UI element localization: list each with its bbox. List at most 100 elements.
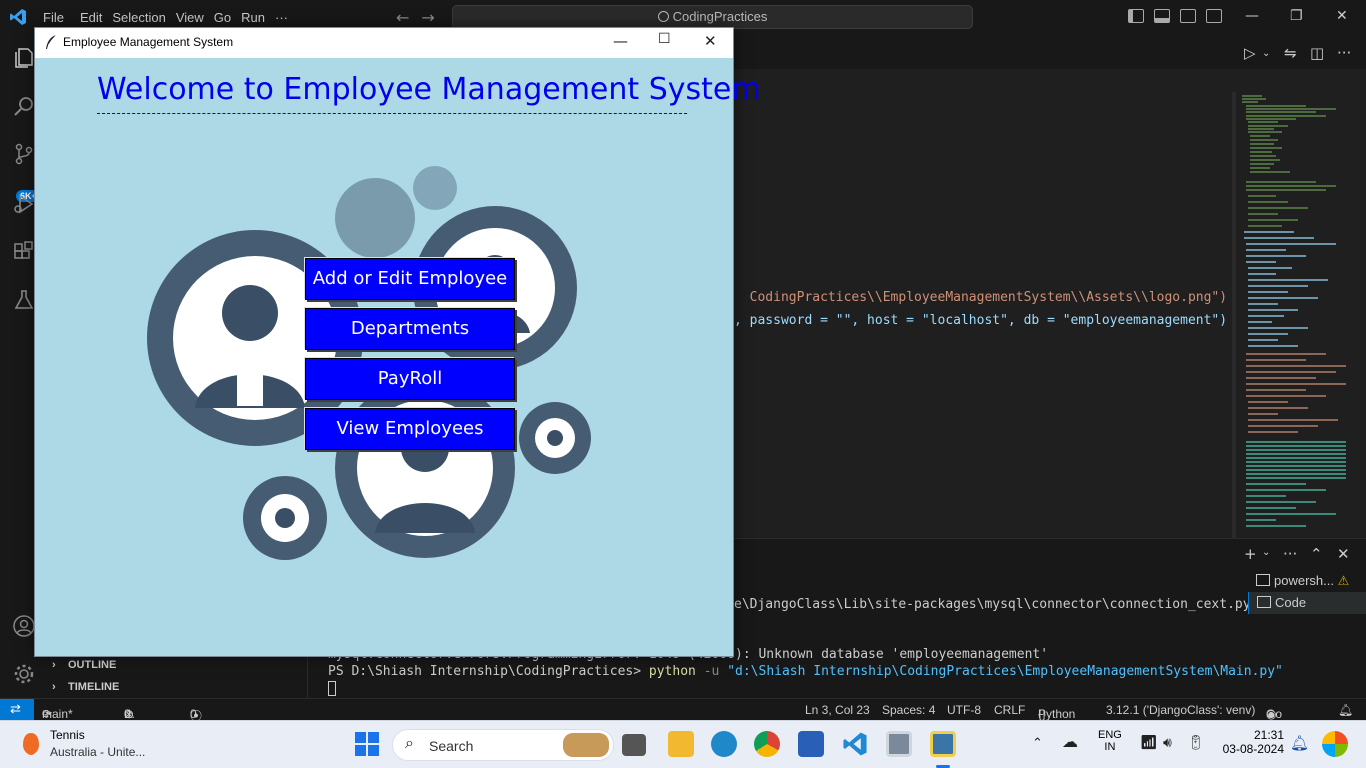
explorer-icon[interactable]: [12, 46, 36, 70]
menu-view[interactable]: View: [175, 10, 213, 25]
terminal-icon: [1256, 574, 1270, 586]
windows-taskbar: Tennis Australia - Unite... ⌕ Search ⌃ ☁…: [0, 720, 1366, 768]
task-view-icon[interactable]: [622, 734, 646, 756]
show-hidden-icons-icon[interactable]: ⌃: [1032, 735, 1043, 751]
minimap[interactable]: [1238, 92, 1356, 534]
editor-scrollbar[interactable]: [1232, 92, 1236, 538]
minimize-icon[interactable]: —: [1245, 8, 1259, 24]
chrome-icon[interactable]: [754, 731, 780, 757]
vscode-logo-icon: [10, 9, 26, 25]
menu-go[interactable]: Go: [213, 10, 240, 25]
lang-line1: ENG: [1098, 729, 1122, 741]
windows-start-icon[interactable]: [354, 731, 380, 757]
testing-icon[interactable]: [12, 288, 36, 312]
notifications-bell-icon[interactable]: 🔔︎: [1338, 703, 1353, 717]
maximize-panel-icon[interactable]: ⌃: [1310, 545, 1323, 563]
clock-date: 03-08-2024: [1222, 742, 1284, 756]
indentation[interactable]: Spaces: 4: [882, 703, 935, 717]
search-icon[interactable]: [12, 94, 36, 118]
microsoft-store-icon[interactable]: [798, 731, 824, 757]
window-title: Employee Management System: [63, 35, 234, 49]
menu-file[interactable]: File: [42, 10, 73, 25]
terminal-tab-powershell[interactable]: powersh... ⚠: [1248, 570, 1366, 592]
edge-icon[interactable]: [711, 731, 737, 757]
more-actions-icon[interactable]: ···: [1337, 44, 1351, 62]
terminal-cursor: [328, 681, 336, 696]
terminal-flag: -u: [695, 664, 728, 679]
toggle-primary-sidebar-icon[interactable]: [1128, 9, 1144, 23]
terminal-prompt: PS D:\Shiash Internship\CodingPractices>: [328, 664, 649, 679]
account-icon[interactable]: [12, 614, 36, 638]
add-edit-employee-button[interactable]: Add or Edit Employee: [305, 258, 515, 300]
file-explorer-icon[interactable]: [668, 731, 694, 757]
python-idle-icon[interactable]: [886, 731, 912, 757]
layout-controls: [1128, 9, 1222, 23]
weather-title[interactable]: Tennis: [50, 728, 85, 742]
outline-section[interactable]: › OUTLINE: [52, 659, 116, 671]
extensions-icon[interactable]: [12, 240, 36, 264]
departments-button[interactable]: Departments: [305, 308, 515, 350]
run-python-file-icon[interactable]: ▷: [1244, 44, 1256, 62]
notification-bell-icon[interactable]: 🔔︎: [1290, 734, 1309, 752]
weather-subtitle[interactable]: Australia - Unite...: [50, 745, 145, 759]
toggle-panel-icon[interactable]: [1154, 9, 1170, 23]
code-line-db-connect[interactable]: , password = "", host = "localhost", db …: [734, 313, 1227, 328]
chevron-right-icon: ›: [52, 681, 56, 693]
restore-icon[interactable]: ❐: [1290, 8, 1303, 24]
timeline-label: TIMELINE: [68, 681, 120, 693]
run-debug-icon[interactable]: [12, 192, 36, 216]
back-arrow-icon[interactable]: ←: [396, 8, 421, 27]
terminal-tab-code[interactable]: Code: [1248, 592, 1366, 614]
terminal-dropdown-icon[interactable]: ⌄: [1262, 547, 1270, 558]
run-dropdown-icon[interactable]: ⌄: [1262, 48, 1270, 59]
tkinter-app-icon[interactable]: [930, 731, 956, 757]
language-indicator[interactable]: ENG IN: [1098, 729, 1122, 753]
window-maximize-icon[interactable]: ☐: [658, 31, 671, 47]
customize-layout-icon[interactable]: [1206, 9, 1222, 23]
search-highlight-image: [563, 733, 609, 757]
encoding[interactable]: UTF-8: [947, 703, 981, 717]
menu-selection[interactable]: Selection: [111, 10, 174, 25]
open-changes-icon[interactable]: ⇋: [1284, 44, 1297, 62]
taskbar-search-label: Search: [429, 738, 474, 754]
menu-run[interactable]: Run: [240, 10, 274, 25]
menu-edit[interactable]: Edit: [79, 10, 111, 25]
window-minimize-icon[interactable]: —: [613, 32, 628, 50]
new-terminal-icon[interactable]: +: [1244, 545, 1257, 563]
split-editor-icon[interactable]: ◫: [1310, 44, 1324, 62]
source-control-icon[interactable]: [12, 142, 36, 166]
timeline-section[interactable]: › TIMELINE: [52, 681, 119, 693]
view-employees-button[interactable]: View Employees: [305, 408, 515, 450]
terminal-more-icon[interactable]: ···: [1283, 545, 1297, 563]
code-line-logo-path[interactable]: CodingPractices\\EmployeeManagementSyste…: [734, 275, 1227, 305]
vscode-taskbar-icon[interactable]: [842, 731, 868, 757]
forward-arrow-icon[interactable]: →: [421, 8, 446, 27]
tk-feather-icon: [46, 34, 57, 49]
toggle-secondary-sidebar-icon[interactable]: [1180, 9, 1196, 23]
copilot-icon[interactable]: [1322, 731, 1348, 757]
close-panel-icon[interactable]: ✕: [1337, 545, 1350, 563]
remote-indicator[interactable]: ⇄: [0, 699, 34, 721]
wifi-icon[interactable]: 📶︎: [1140, 734, 1158, 751]
cursor-position[interactable]: Ln 3, Col 23: [805, 703, 870, 717]
payroll-button[interactable]: PayRoll: [305, 358, 515, 400]
window-titlebar[interactable]: Employee Management System — ☐ ✕: [35, 28, 733, 58]
terminal-error-message: Unknown database 'employeemanagement': [758, 647, 1049, 662]
remote-icon: ⇄: [10, 701, 21, 716]
onedrive-cloud-icon[interactable]: ☁: [1062, 732, 1078, 752]
close-icon[interactable]: ✕: [1336, 8, 1348, 24]
line-endings[interactable]: CRLF: [994, 703, 1025, 717]
battery-icon[interactable]: 🔋︎: [1187, 734, 1205, 751]
clock[interactable]: 21:31 03-08-2024: [1216, 728, 1284, 756]
window-close-icon[interactable]: ✕: [704, 32, 717, 50]
settings-gear-icon[interactable]: [12, 662, 36, 686]
employee-management-window: Employee Management System — ☐ ✕ Welcome…: [34, 27, 761, 657]
chevron-right-icon: ›: [52, 659, 56, 671]
command-center-search[interactable]: CodingPractices: [452, 5, 973, 29]
taskbar-search[interactable]: ⌕ Search: [392, 729, 614, 761]
python-interpreter[interactable]: 3.12.1 ('DjangoClass': venv): [1106, 703, 1255, 717]
terminal-tab-label: powersh...: [1274, 573, 1334, 588]
sync-icon: ⟳: [42, 707, 53, 721]
menu-more[interactable]: ···: [274, 10, 297, 25]
volume-icon[interactable]: 🔊︎: [1163, 734, 1172, 751]
